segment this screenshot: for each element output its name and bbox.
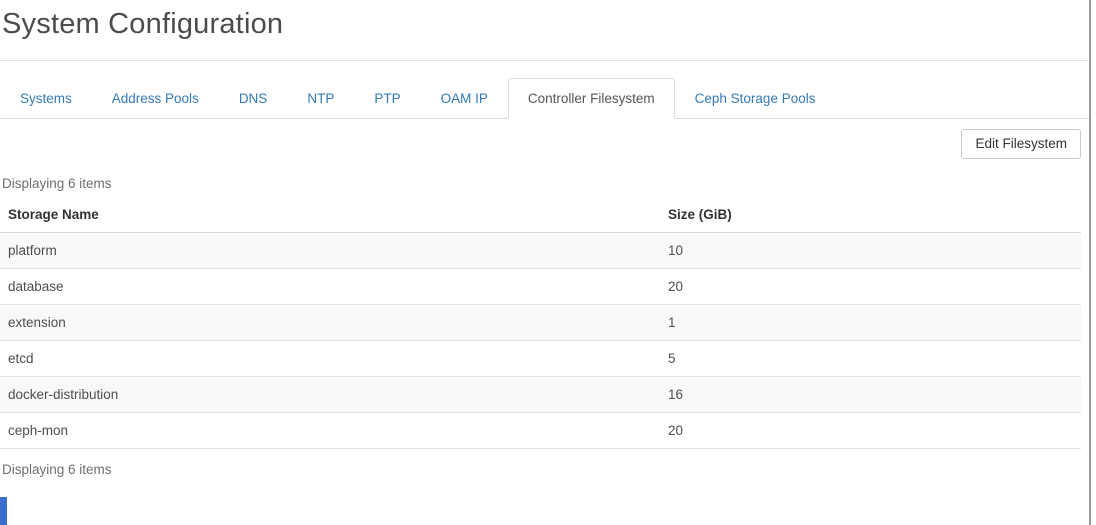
page-title: System Configuration — [0, 0, 1090, 41]
tab-dns[interactable]: DNS — [219, 78, 288, 119]
size-cell: 5 — [660, 341, 1081, 377]
size-cell: 16 — [660, 377, 1081, 413]
storage-name-cell: platform — [0, 233, 660, 269]
window-edge-line — [1089, 0, 1091, 525]
size-cell: 10 — [660, 233, 1081, 269]
column-header-size: Size (GiB) — [660, 203, 1081, 233]
table-row: database 20 — [0, 269, 1081, 305]
edit-filesystem-button[interactable]: Edit Filesystem — [961, 129, 1081, 159]
table-row: extension 1 — [0, 305, 1081, 341]
corner-accent-bar — [0, 497, 7, 525]
size-cell: 20 — [660, 269, 1081, 305]
storage-name-cell: database — [0, 269, 660, 305]
table-row: platform 10 — [0, 233, 1081, 269]
table-row: ceph-mon 20 — [0, 413, 1081, 449]
storage-name-cell: docker-distribution — [0, 377, 660, 413]
column-header-storage-name: Storage Name — [0, 203, 660, 233]
table-row: docker-distribution 16 — [0, 377, 1081, 413]
controller-filesystem-table: Storage Name Size (GiB) platform 10 data… — [0, 203, 1081, 449]
title-divider — [0, 60, 1090, 61]
storage-name-cell: etcd — [0, 341, 660, 377]
tab-oam-ip[interactable]: OAM IP — [421, 78, 508, 119]
tab-systems[interactable]: Systems — [0, 78, 92, 119]
items-count-bottom: Displaying 6 items — [2, 462, 1090, 477]
table-header-row: Storage Name Size (GiB) — [0, 203, 1081, 233]
tab-ceph-storage-pools[interactable]: Ceph Storage Pools — [675, 78, 836, 119]
tab-ntp[interactable]: NTP — [287, 78, 354, 119]
storage-name-cell: extension — [0, 305, 660, 341]
config-tab-bar: Systems Address Pools DNS NTP PTP OAM IP… — [0, 78, 1090, 119]
tab-controller-filesystem[interactable]: Controller Filesystem — [508, 78, 675, 119]
storage-name-cell: ceph-mon — [0, 413, 660, 449]
size-cell: 20 — [660, 413, 1081, 449]
size-cell: 1 — [660, 305, 1081, 341]
system-configuration-page: System Configuration Systems Address Poo… — [0, 0, 1090, 525]
table-row: etcd 5 — [0, 341, 1081, 377]
tab-address-pools[interactable]: Address Pools — [92, 78, 219, 119]
tab-ptp[interactable]: PTP — [354, 78, 420, 119]
items-count-top: Displaying 6 items — [2, 176, 1090, 191]
table-action-bar: Edit Filesystem — [0, 129, 1081, 159]
